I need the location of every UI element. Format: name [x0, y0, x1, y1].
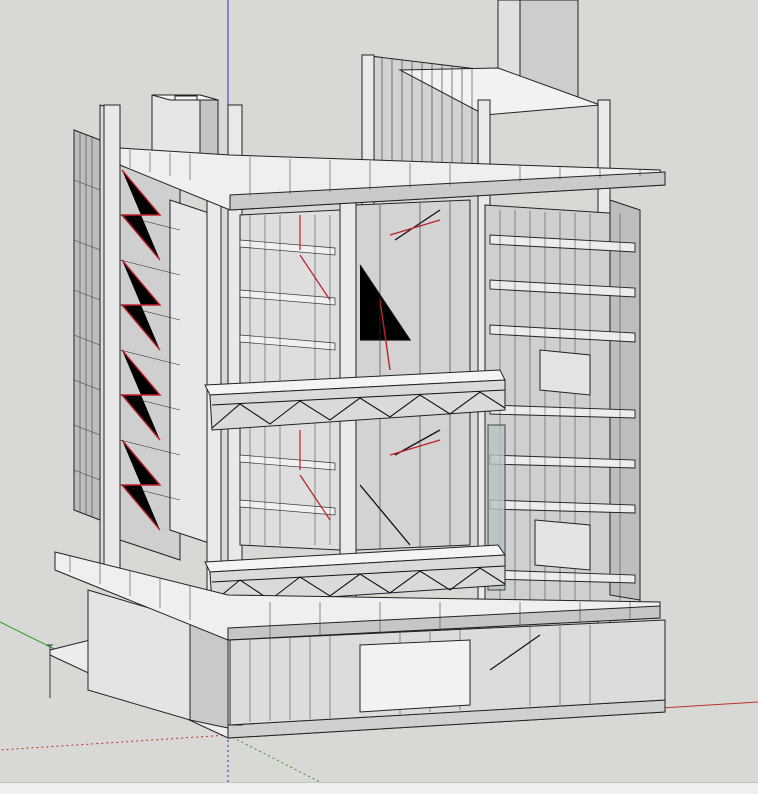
status-bar [0, 782, 758, 794]
model-viewport[interactable] [0, 0, 758, 782]
right-tower [484, 199, 641, 611]
green-axis-dotted [227, 734, 321, 782]
left-facade [73, 129, 101, 521]
red-axis-dotted [0, 734, 229, 751]
model-canvas[interactable] [0, 0, 758, 782]
